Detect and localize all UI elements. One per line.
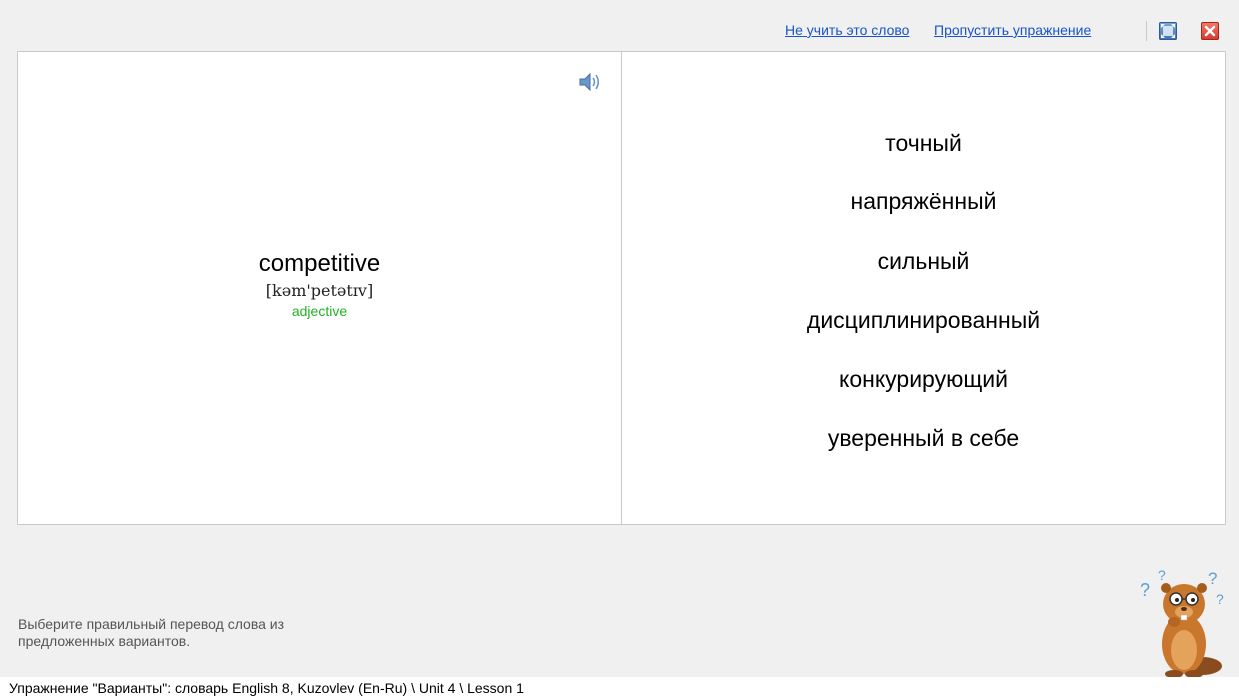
dont-learn-word-link[interactable]: Не учить это слово — [785, 22, 909, 38]
play-sound-button[interactable] — [578, 72, 602, 92]
instruction-line: предложенных вариантов. — [18, 633, 191, 649]
question-word: competitive — [258, 250, 381, 277]
status-bar: Упражнение "Варианты": словарь English 8… — [0, 677, 1239, 699]
speaker-icon — [579, 72, 600, 92]
svg-text:?: ? — [1216, 591, 1224, 607]
answer-option[interactable]: уверенный в себе — [622, 425, 1225, 452]
answer-option[interactable]: точный — [622, 130, 1225, 157]
part-of-speech: adjective — [291, 303, 348, 319]
answer-options: точный напряжённый сильный дисциплиниров… — [622, 52, 1225, 524]
svg-text:?: ? — [1208, 569, 1217, 588]
exercise-card: competitive [kəm'petətɪv] adjective точн… — [17, 51, 1226, 525]
fullscreen-icon — [1161, 24, 1175, 38]
close-button[interactable] — [1201, 22, 1219, 40]
answer-option[interactable]: сильный — [622, 248, 1225, 275]
beaver-mascot-icon: ? ? ? ? — [1136, 566, 1230, 681]
answer-option[interactable]: конкурирующий — [622, 366, 1225, 393]
word-block: competitive [kəm'petətɪv] adjective — [18, 250, 621, 320]
answer-option[interactable]: дисциплинированный — [622, 307, 1225, 334]
toolbar-separator — [1146, 21, 1147, 41]
top-toolbar: Не учить это слово Пропустить упражнение — [0, 0, 1239, 46]
fullscreen-button[interactable] — [1159, 22, 1177, 40]
svg-text:?: ? — [1140, 580, 1150, 600]
instruction-text: Выберите правильный перевод слова из пре… — [18, 616, 284, 650]
transcription: [kəm'petətɪv] — [265, 281, 374, 300]
skip-exercise-link[interactable]: Пропустить упражнение — [934, 22, 1091, 38]
close-icon — [1204, 25, 1216, 37]
svg-text:?: ? — [1158, 567, 1166, 583]
answer-option[interactable]: напряжённый — [622, 188, 1225, 215]
instruction-line: Выберите правильный перевод слова из — [18, 616, 285, 632]
